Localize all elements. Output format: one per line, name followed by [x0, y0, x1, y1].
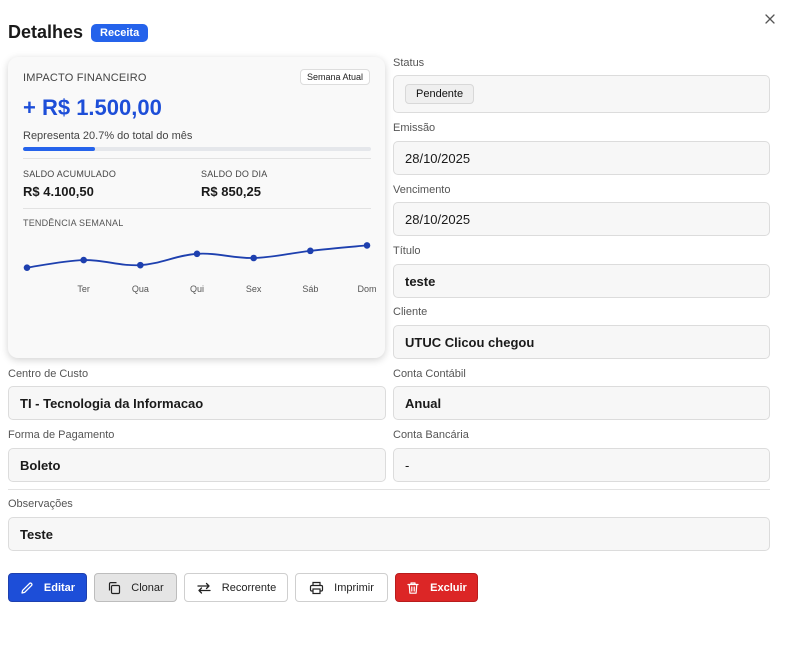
recurring-button-label: Recorrente: [221, 581, 277, 594]
status-badge: Pendente: [405, 84, 475, 104]
pencil-icon: [21, 581, 33, 594]
observacoes-label: Observações: [8, 498, 73, 510]
trend-x-label: Sáb: [302, 284, 319, 294]
dialog-header: Detalhes Receita: [8, 22, 149, 43]
conta-contabil-field: Anual: [393, 386, 770, 420]
type-badge: Receita: [91, 23, 149, 42]
dialog-title: Detalhes: [8, 22, 84, 42]
trash-icon: [407, 581, 419, 594]
close-icon: [765, 14, 775, 24]
trend-point: [193, 250, 201, 258]
edit-button[interactable]: Editar: [8, 573, 87, 602]
section-divider: [8, 489, 770, 490]
trend-point: [363, 242, 371, 249]
edit-button-label: Editar: [43, 581, 76, 594]
emissao-label: Emissão: [393, 122, 436, 134]
centro-custo-field: TI - Tecnologia da Informacao: [8, 386, 386, 420]
trend-x-label: Ter: [77, 284, 90, 294]
status-field: Pendente: [393, 75, 770, 113]
trend-x-label: Dom: [357, 284, 377, 294]
financial-impact-card: IMPACTO FINANCEIRO Semana Atual + R$ 1.5…: [8, 57, 385, 358]
delete-button-label: Excluir: [430, 581, 467, 594]
vencimento-field: 28/10/2025: [393, 202, 770, 236]
printer-icon: [310, 581, 324, 594]
observacoes-field: Teste: [8, 517, 770, 551]
status-label: Status: [393, 57, 425, 69]
trend-point: [23, 264, 31, 271]
weekly-trend-chart: [23, 242, 371, 271]
trend-x-label: Qua: [131, 284, 149, 294]
trend-point: [137, 261, 144, 269]
trend-x-label: Sex: [245, 284, 262, 294]
titulo-label: Título: [393, 245, 421, 257]
emissao-field: 28/10/2025: [393, 141, 770, 175]
trend-point: [307, 247, 314, 255]
trend-point: [250, 254, 257, 262]
repeat-icon: [197, 582, 211, 594]
recurring-button[interactable]: Recorrente: [184, 573, 288, 602]
forma-pagamento-label: Forma de Pagamento: [8, 429, 115, 441]
forma-pagamento-field: Boleto: [8, 448, 386, 482]
conta-bancaria-field: -: [393, 448, 770, 482]
vencimento-label: Vencimento: [393, 184, 451, 196]
delete-button[interactable]: Excluir: [395, 573, 478, 602]
clone-button[interactable]: Clonar: [94, 573, 177, 602]
print-button[interactable]: Imprimir: [295, 573, 388, 602]
conta-bancaria-label: Conta Bancária: [393, 429, 469, 441]
clone-button-label: Clonar: [131, 581, 164, 594]
print-button-label: Imprimir: [334, 581, 374, 594]
conta-contabil-label: Conta Contábil: [393, 368, 466, 380]
trend-x-label: Qui: [189, 284, 205, 294]
close-button[interactable]: [762, 11, 778, 27]
trend-point: [80, 256, 87, 264]
copy-icon: [109, 581, 121, 594]
cliente-field: UTUC Clicou chegou: [393, 325, 770, 359]
centro-custo-label: Centro de Custo: [8, 368, 89, 380]
cliente-label: Cliente: [393, 306, 428, 318]
titulo-field: teste: [393, 264, 770, 298]
